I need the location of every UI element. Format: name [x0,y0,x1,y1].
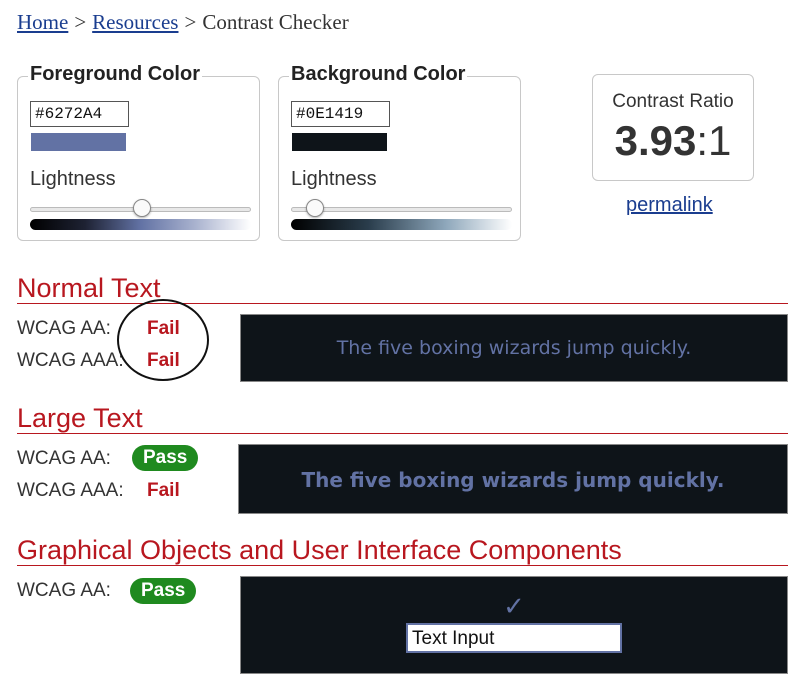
normal-text-heading: Normal Text [17,273,788,304]
breadcrumb-current: Contrast Checker [202,10,349,34]
background-color-legend: Background Color [289,63,468,86]
annotation-circle [117,299,209,381]
contrast-ratio-number: 3.93 [614,117,697,164]
contrast-ratio-title: Contrast Ratio [612,91,734,112]
graphical-aa-pass-badge: Pass [130,578,197,604]
graphical-objects-heading: Graphical Objects and User Interface Com… [17,535,788,566]
large-preview-text: The five boxing wizards jump quickly. [301,468,725,492]
breadcrumb-separator: > [74,10,87,34]
breadcrumb: Home > Resources > Contrast Checker [17,10,349,35]
graphical-preview: ✓ Text Input [240,576,788,674]
normal-text-preview: The five boxing wizards jump quickly. [240,314,788,382]
breadcrumb-separator: > [184,10,197,34]
foreground-hex-input[interactable]: #6272A4 [30,101,129,127]
normal-preview-text: The five boxing wizards jump quickly. [336,337,692,359]
background-lightness-track[interactable] [291,207,512,212]
foreground-lightness-gradient [30,219,251,230]
foreground-swatch [31,133,126,151]
background-lightness-slider-thumb[interactable] [306,199,324,217]
foreground-color-panel: Foreground Color #6272A4 Lightness [17,63,260,241]
background-hex-input[interactable]: #0E1419 [291,101,390,127]
background-lightness-gradient [291,219,512,230]
large-text-preview: The five boxing wizards jump quickly. [238,444,788,514]
contrast-ratio-suffix: :1 [696,117,732,164]
breadcrumb-home-link[interactable]: Home [17,10,68,34]
contrast-ratio-box: Contrast Ratio 3.93:1 [592,74,754,181]
background-swatch [292,133,387,151]
normal-aaa-label: WCAG AAA: [17,350,124,371]
background-lightness-label: Lightness [291,168,377,190]
background-color-panel: Background Color #0E1419 Lightness [278,63,521,241]
large-aa-pass-badge: Pass [132,445,199,471]
foreground-color-legend: Foreground Color [28,63,202,86]
graphical-aa-label: WCAG AA: [17,580,111,601]
sample-text-input[interactable]: Text Input [406,623,622,653]
foreground-lightness-slider-thumb[interactable] [133,199,151,217]
breadcrumb-resources-link[interactable]: Resources [92,10,178,34]
permalink-link[interactable]: permalink [626,194,713,217]
normal-aa-label: WCAG AA: [17,318,111,339]
large-text-heading: Large Text [17,403,788,434]
contrast-ratio-value: 3.93:1 [593,117,753,165]
large-aaa-result: Fail [147,480,180,501]
large-aaa-label: WCAG AAA: [17,480,124,501]
checkmark-icon: ✓ [503,591,525,621]
foreground-lightness-label: Lightness [30,168,116,190]
large-aa-label: WCAG AA: [17,448,111,469]
